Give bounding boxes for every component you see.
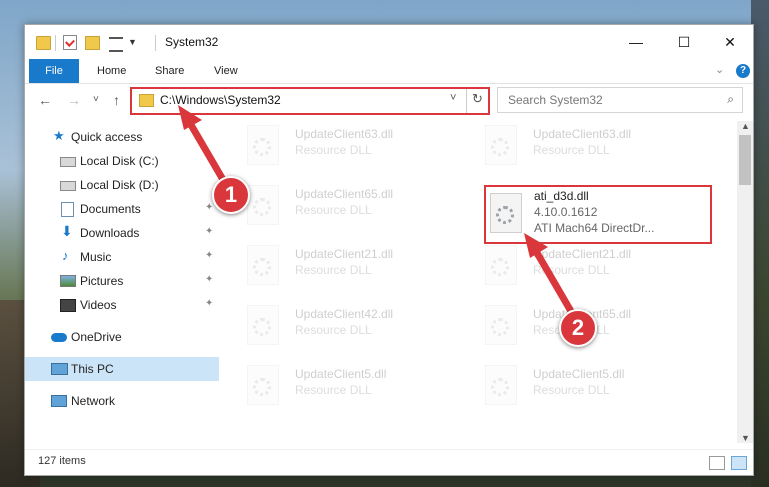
annotation-arrows (178, 105, 576, 317)
arrow-two (529, 242, 576, 317)
callout-step-one: 1 (212, 176, 250, 214)
arrow-two-head (524, 233, 548, 258)
arrow-one (183, 114, 226, 182)
arrow-one-head (178, 105, 202, 130)
callout-step-two: 2 (559, 309, 597, 347)
